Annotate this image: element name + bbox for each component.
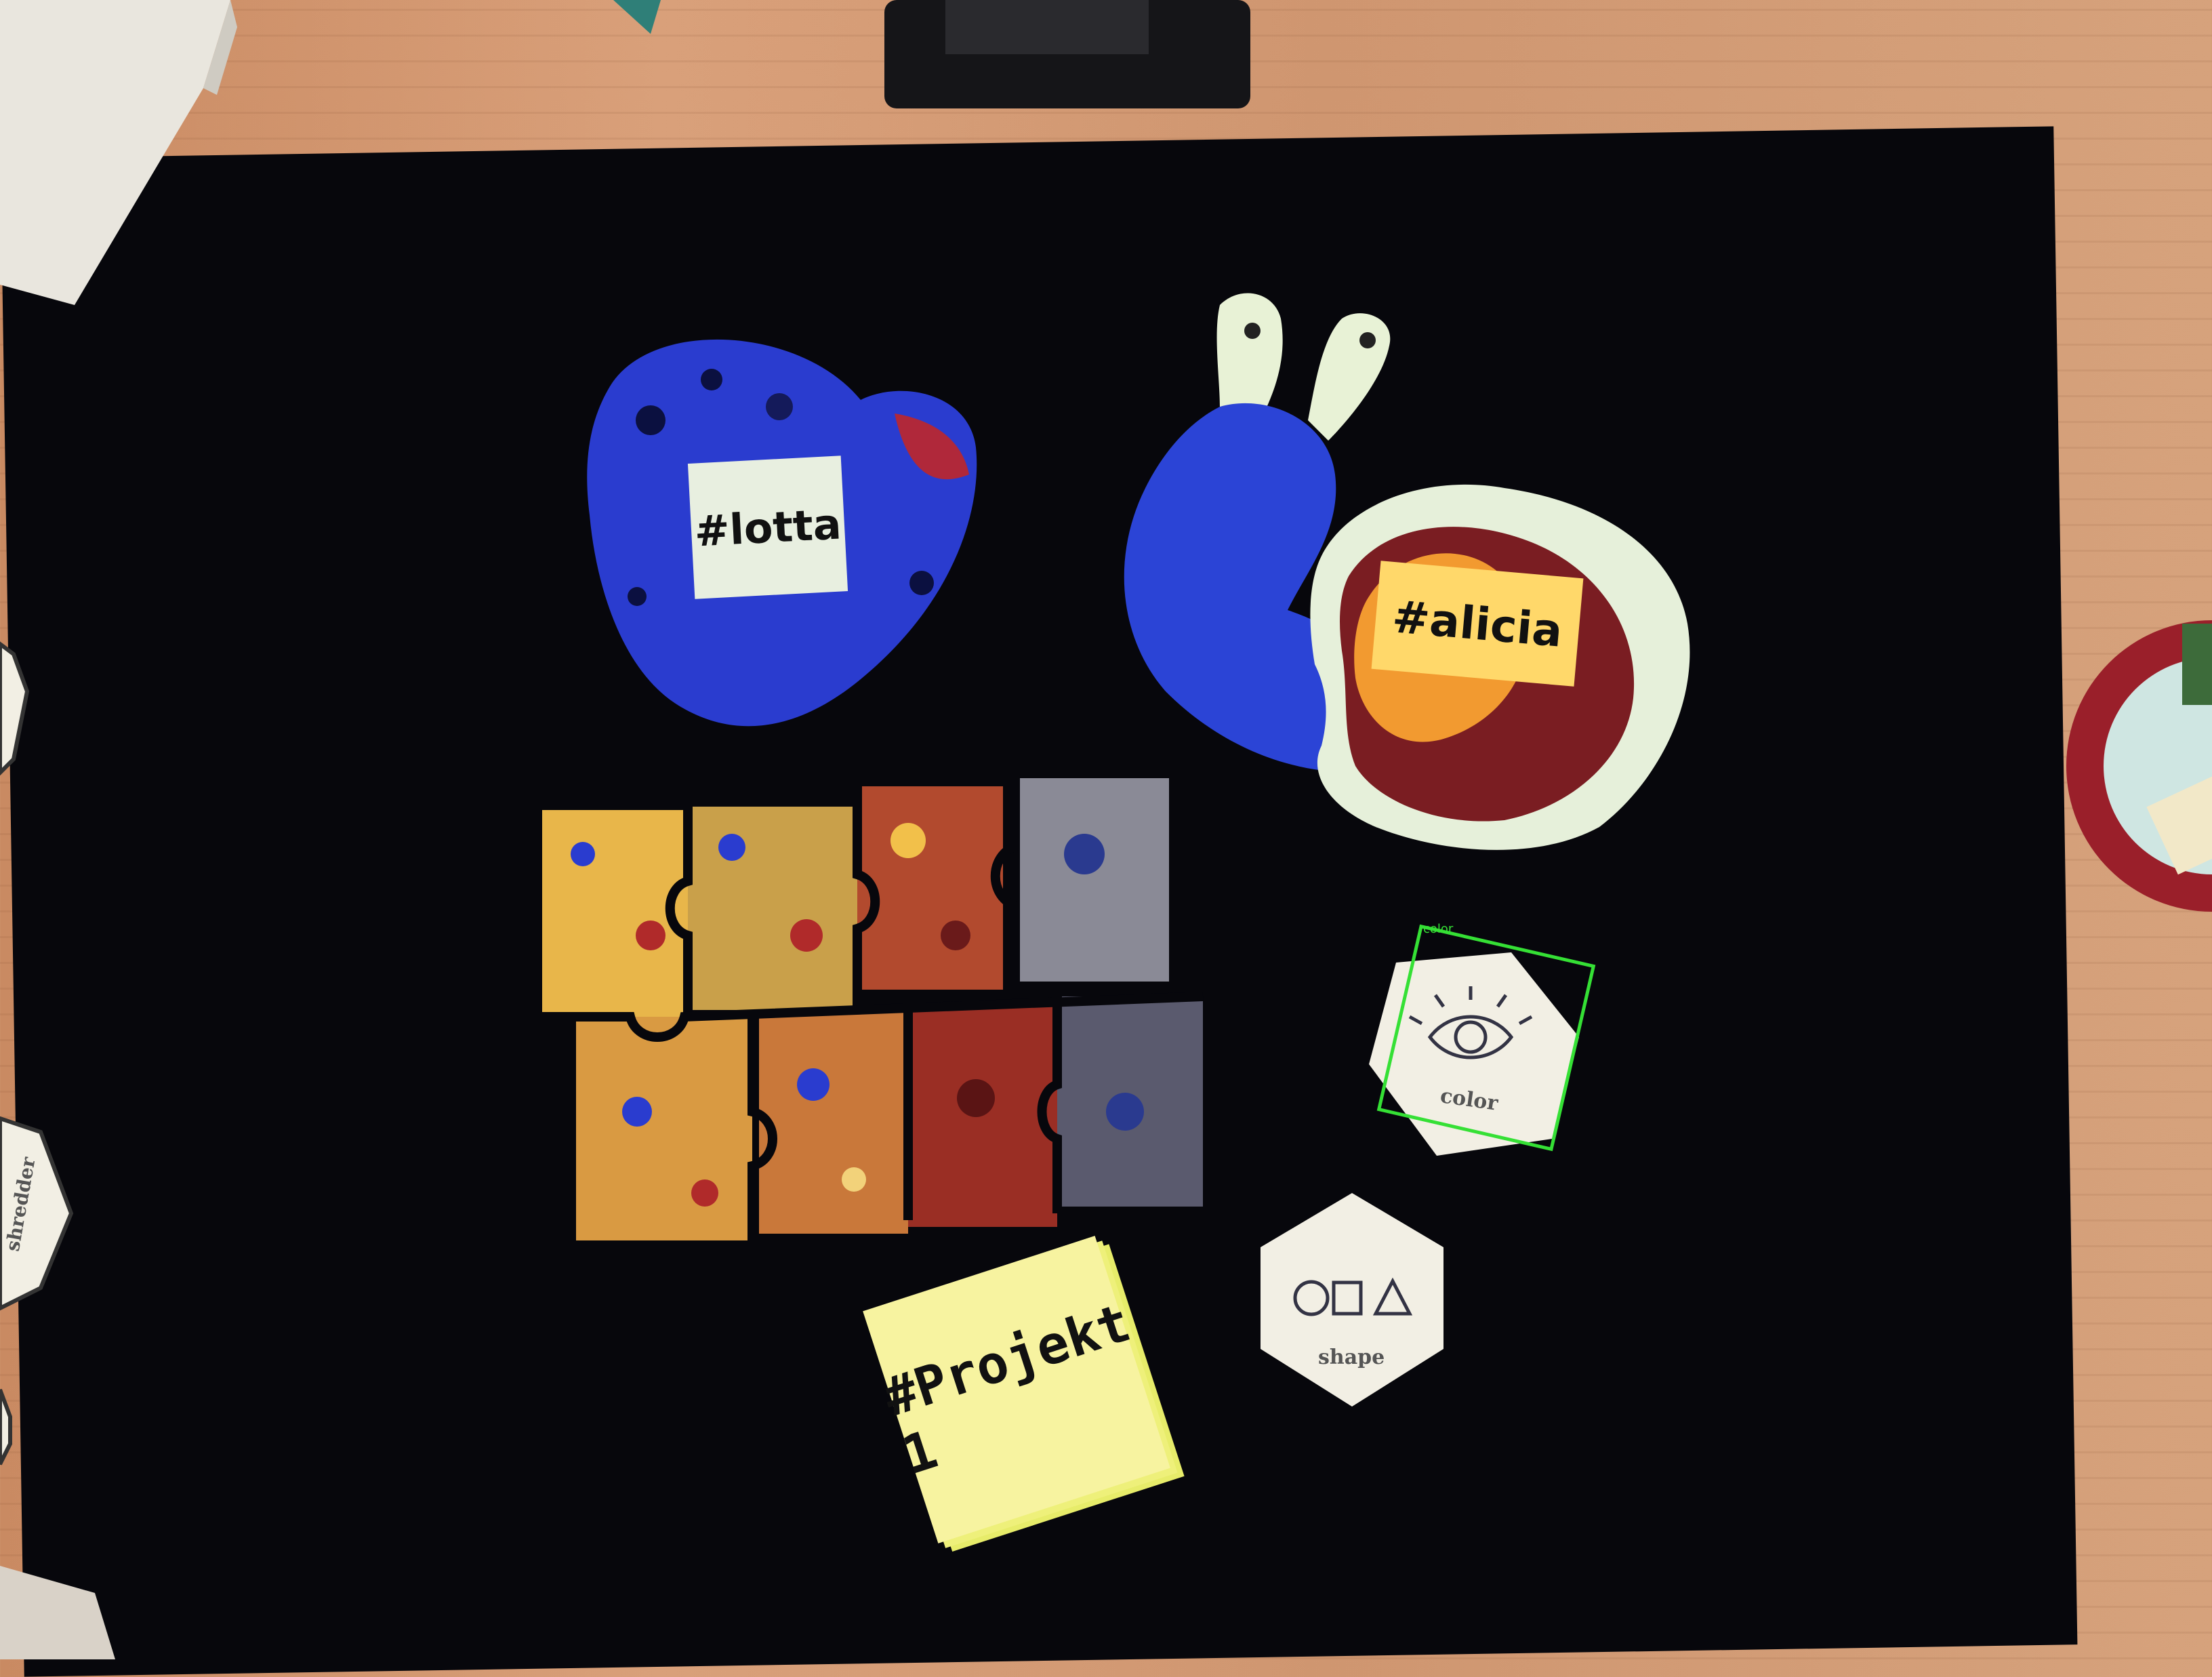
shape-hex-tile (1261, 1193, 1443, 1407)
teal-fragment (613, 0, 661, 34)
left-hex-tile-3 (0, 1388, 12, 1466)
red-disc-piece (2066, 620, 2212, 912)
puzzle-board (542, 778, 1204, 1240)
lotta-tag: #lotta (687, 456, 848, 599)
project-tag: #Projekt 1 (876, 1292, 1138, 1487)
paper-roll (0, 0, 237, 305)
alicia-tag: #alicia (1371, 561, 1584, 687)
left-hex-tile-1 (0, 641, 30, 776)
left-bottom-fragment (0, 1566, 115, 1659)
shape-tile-label: shape (1318, 1346, 1385, 1369)
black-device (884, 0, 1250, 108)
